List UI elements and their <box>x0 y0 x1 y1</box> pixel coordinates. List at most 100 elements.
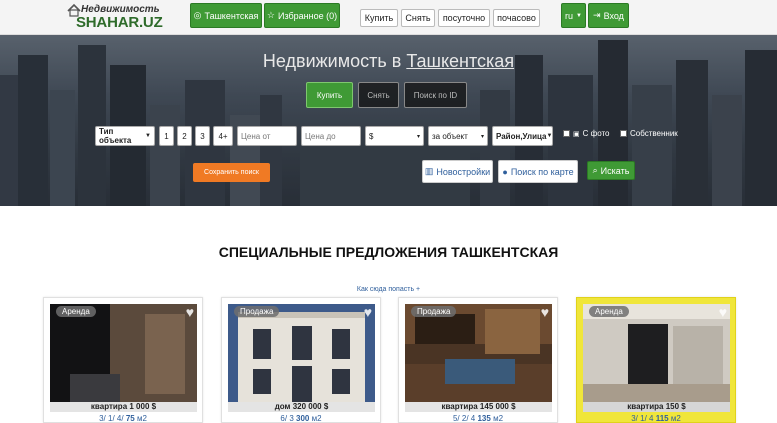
owner-label: Собственник <box>630 129 678 138</box>
favorites-button-label: Избранное (0) <box>277 10 338 21</box>
area-value: 115 <box>655 414 669 423</box>
favorite-heart-icon[interactable]: ♥ <box>719 304 727 320</box>
city-button[interactable]: ◎ Ташкентская <box>190 3 262 28</box>
deal-type-badge: Продажа <box>234 306 280 317</box>
how-to-get-here-link[interactable]: Как сюда попасть + <box>0 286 777 293</box>
floors-total: 4 <box>649 414 654 423</box>
listing-photo[interactable] <box>583 304 730 402</box>
floor: 1 <box>108 414 113 423</box>
site-logo[interactable]: Недвижимость SHAHAR.UZ <box>67 3 163 31</box>
property-type-value: Тип объекта <box>99 127 132 145</box>
new-buildings-button[interactable]: ▥ Новостройки <box>422 160 493 183</box>
listing-card[interactable]: Аренда ♥ квартира 1 000 $ 3/ 1/ 4/ 75 м2 <box>43 297 203 423</box>
hero-title-prefix: Недвижимость в <box>262 51 402 71</box>
favorites-button[interactable]: ☆ Избранное (0) <box>264 3 340 28</box>
map-search-button[interactable]: ● Поиск по карте <box>498 160 578 183</box>
listing-price: квартира 150 $ <box>583 402 730 412</box>
rooms-2-button[interactable]: 2 <box>177 126 192 146</box>
listing-photo[interactable] <box>228 304 375 402</box>
checkbox-box[interactable] <box>563 130 570 137</box>
search-button-label: Искать <box>600 165 630 176</box>
top-header: Недвижимость SHAHAR.UZ ◎ Ташкентская ☆ И… <box>0 0 777 35</box>
nav-rent[interactable]: Снять <box>401 9 435 27</box>
language-dropdown[interactable]: ru ▼ <box>561 3 586 28</box>
language-label: ru <box>565 10 574 21</box>
map-pin-icon: ● <box>502 166 508 177</box>
price-per-select[interactable]: за объект ▾ <box>428 126 488 146</box>
price-to-input[interactable]: Цена до <box>301 126 361 146</box>
tab-buy[interactable]: Купить <box>306 82 353 108</box>
rooms-count: 3 <box>99 414 104 423</box>
listing-price-value: 1 000 $ <box>129 402 157 411</box>
map-search-label: Поиск по карте <box>510 166 574 177</box>
nav-daily[interactable]: посуточно <box>438 9 490 27</box>
caret-down-icon: ▼ <box>576 12 582 19</box>
hero-search-banner: Недвижимость в Ташкентская Купить Снять … <box>0 35 777 206</box>
map-marker-icon: ◎ <box>193 10 202 20</box>
favorite-heart-icon[interactable]: ♥ <box>364 304 372 320</box>
favorite-heart-icon[interactable]: ♥ <box>186 304 194 320</box>
currency-select[interactable]: $ ▾ <box>365 126 424 146</box>
area-unit: м2 <box>311 414 322 423</box>
checkbox-box[interactable] <box>620 130 627 137</box>
listing-card[interactable]: Продажа ♥ квартира 145 000 $ 5/ 2/ 4 135… <box>398 297 558 423</box>
listing-photo-illustration <box>583 304 730 402</box>
listing-photo-illustration <box>405 304 552 402</box>
listing-price-value: 145 000 $ <box>479 402 516 411</box>
login-label: Вход <box>603 10 624 21</box>
hero-title: Недвижимость в Ташкентская <box>0 51 777 72</box>
price-from-input[interactable]: Цена от <box>237 126 297 146</box>
area-unit: м2 <box>136 414 147 423</box>
save-search-button[interactable]: Сохранить поиск <box>193 163 270 182</box>
listing-meta: 5/ 2/ 4 135 м2 <box>452 414 504 423</box>
owner-checkbox[interactable]: Собственник <box>620 129 678 138</box>
listing-price-value: 150 $ <box>665 402 686 411</box>
with-photo-label: С фото <box>582 129 610 138</box>
currency-value: $ <box>369 131 374 141</box>
rooms-3-button[interactable]: 3 <box>195 126 210 146</box>
tab-rent[interactable]: Снять <box>358 82 399 108</box>
listing-price: квартира 145 000 $ <box>405 402 552 412</box>
camera-icon: ▣ <box>573 130 580 138</box>
tab-search-by-id[interactable]: Поиск по ID <box>404 82 467 108</box>
district-select[interactable]: Район,Улица ▼ <box>492 126 553 146</box>
listing-title: квартира <box>627 402 664 411</box>
listing-card-highlighted[interactable]: Аренда ♥ квартира 150 $ 3/ 1/ 4 115 м2 <box>576 297 736 423</box>
login-button[interactable]: ⇥ Вход <box>588 3 629 28</box>
city-button-label: Ташкентская <box>204 10 259 21</box>
with-photo-checkbox[interactable]: ▣ С фото <box>563 129 610 138</box>
floors-total: 4 <box>470 414 476 423</box>
listing-card[interactable]: Продажа ♥ дом 320 000 $ 6/ 3 300 м2 <box>221 297 381 423</box>
listing-photo[interactable] <box>405 304 552 402</box>
deal-type-badge: Продажа <box>411 306 457 317</box>
listing-price: дом 320 000 $ <box>228 402 375 412</box>
nav-hourly[interactable]: почасово <box>493 9 540 27</box>
floor: 2 <box>461 414 467 423</box>
listing-photo-illustration <box>50 304 197 402</box>
district-value: Район,Улица <box>496 131 547 141</box>
listing-photo[interactable] <box>50 304 197 402</box>
rooms-count: 3 <box>631 414 636 423</box>
listing-price-value: 320 000 $ <box>292 402 329 411</box>
star-icon: ☆ <box>266 10 275 20</box>
price-from-placeholder: Цена от <box>241 131 271 141</box>
listing-title: дом <box>274 402 291 411</box>
property-type-select[interactable]: Тип объекта ▼ <box>95 126 155 146</box>
nav-buy[interactable]: Купить <box>360 9 398 27</box>
price-to-placeholder: Цена до <box>305 131 336 141</box>
rooms-4plus-button[interactable]: 4+ <box>213 126 233 146</box>
favorite-heart-icon[interactable]: ♥ <box>541 304 549 320</box>
area-value: 300 <box>296 414 310 423</box>
floors-total: 4 <box>116 414 122 423</box>
listing-title: квартира <box>90 402 128 411</box>
deal-type-badge: Аренда <box>56 306 96 317</box>
rooms-1-button[interactable]: 1 <box>159 126 174 146</box>
search-icon: ⌕ <box>592 165 598 175</box>
deal-type-badge: Аренда <box>589 306 629 317</box>
special-offers-title: СПЕЦИАЛЬНЫЕ ПРЕДЛОЖЕНИЯ ТАШКЕНТСКАЯ <box>218 244 559 260</box>
listing-meta: 6/ 3 300 м2 <box>280 414 322 423</box>
search-button[interactable]: ⌕ Искать <box>587 161 635 180</box>
hero-title-city-link[interactable]: Ташкентская <box>406 51 514 71</box>
price-per-value: за объект <box>432 131 468 141</box>
caret-down-icon: ▾ <box>480 133 484 140</box>
